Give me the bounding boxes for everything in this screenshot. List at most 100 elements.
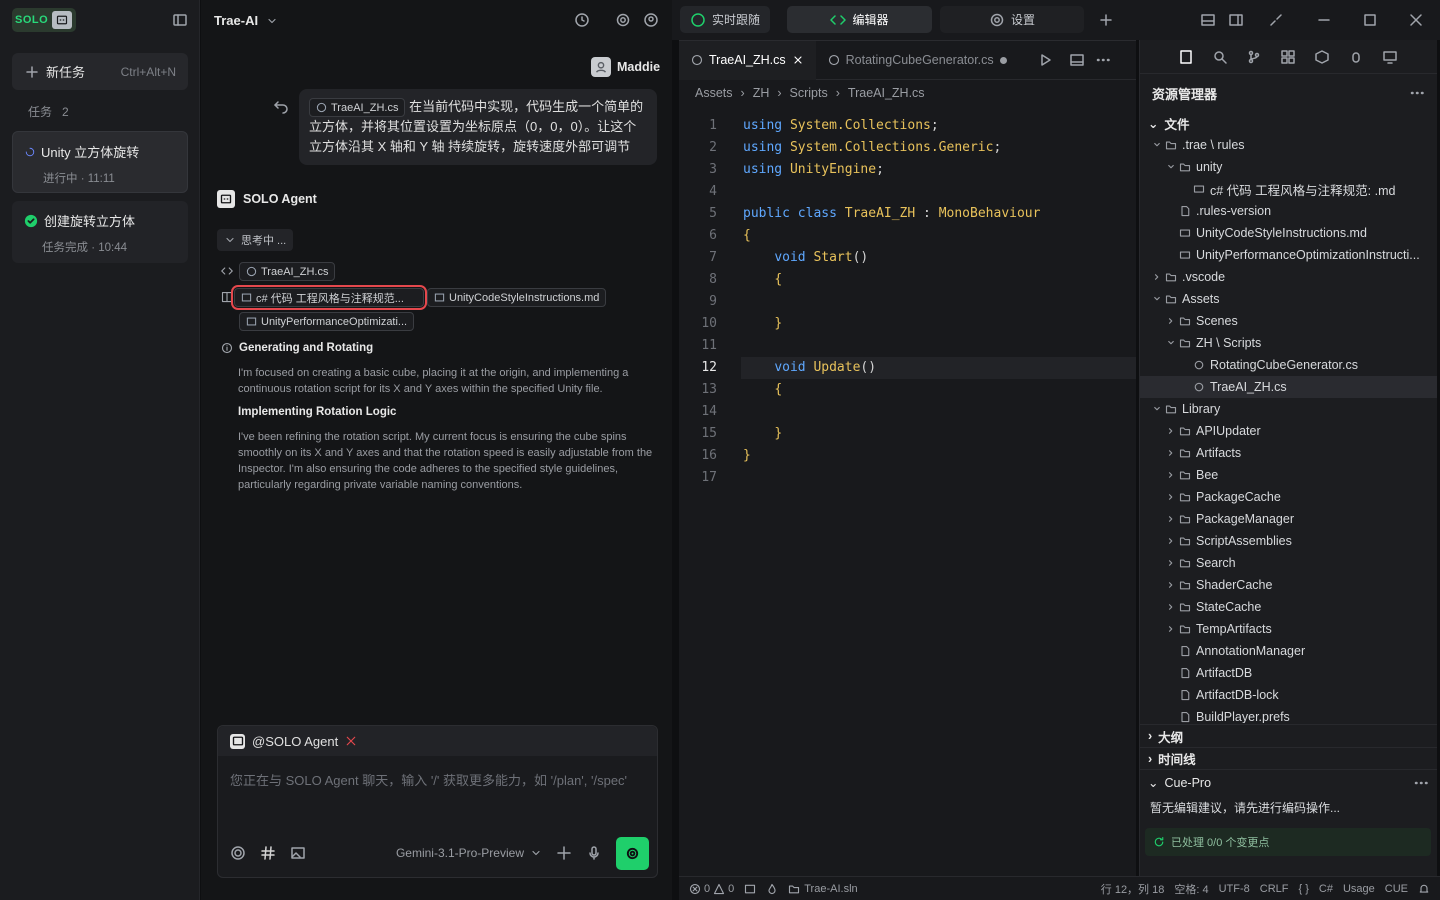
plus-icon[interactable] [1098, 12, 1114, 28]
language-mode[interactable]: C# [1319, 883, 1333, 895]
file-chip-highlighted[interactable]: c# 代码 工程风格与注释规范... [231, 285, 427, 310]
problems-indicator[interactable]: 0 0 [689, 883, 734, 895]
sparkle-icon[interactable] [556, 845, 572, 861]
tree-item[interactable]: RotatingCubeGenerator.cs [1140, 354, 1437, 376]
tree-item[interactable]: TempArtifacts [1140, 618, 1437, 640]
solo-logo[interactable]: SOLO [12, 8, 76, 32]
code-line[interactable]: } [743, 316, 782, 331]
tree-item[interactable]: UnityCodeStyleInstructions.md [1140, 222, 1437, 244]
bell-icon[interactable] [1418, 883, 1430, 895]
more-icon[interactable] [1409, 85, 1425, 101]
editor-tab-active[interactable]: TraeAI_ZH.cs [679, 40, 816, 80]
code-line[interactable]: } [743, 426, 782, 441]
tree-item[interactable]: ZH \ Scripts [1140, 332, 1437, 354]
sidebar-toggle-icon[interactable] [172, 12, 188, 28]
tree-item[interactable]: Search [1140, 552, 1437, 574]
brace-indicator[interactable]: { } [1299, 883, 1309, 895]
model-select[interactable]: Gemini-3.1-Pro-Preview [396, 846, 542, 860]
tree-item[interactable]: TraeAI_ZH.cs [1140, 376, 1437, 398]
monitor-icon[interactable] [1382, 49, 1398, 65]
tree-item[interactable]: BuildPlayer.prefs [1140, 706, 1437, 723]
tools-icon[interactable] [345, 735, 357, 747]
tab-live-follow[interactable]: 实时跟随 [680, 6, 771, 33]
crumb[interactable]: Assets [695, 86, 733, 100]
encoding[interactable]: UTF-8 [1219, 883, 1250, 895]
tree-item[interactable]: ShaderCache [1140, 574, 1437, 596]
code-line[interactable]: { [743, 382, 782, 397]
tree-item[interactable]: Artifacts [1140, 442, 1437, 464]
bug-icon[interactable] [1348, 49, 1364, 65]
tree-item[interactable]: unity [1140, 156, 1437, 178]
tree-item[interactable]: Library [1140, 398, 1437, 420]
tree-item[interactable]: PackageManager [1140, 508, 1437, 530]
layout-bottom-icon[interactable] [1200, 12, 1216, 28]
flame-icon[interactable] [766, 883, 778, 895]
mic-icon[interactable] [586, 845, 602, 861]
tree-item[interactable]: APIUpdater [1140, 420, 1437, 442]
file-chip[interactable]: TraeAI_ZH.cs [309, 98, 406, 118]
code-line[interactable]: } [743, 448, 751, 463]
chat-input[interactable]: 您正在与 SOLO Agent 聊天，输入 '/' 获取更多能力，如 '/pla… [218, 756, 657, 803]
tab-editor[interactable]: 编辑器 [787, 6, 932, 33]
close-icon[interactable] [1408, 12, 1424, 28]
send-button[interactable] [616, 836, 649, 870]
code-line[interactable]: public class TraeAI_ZH : MonoBehaviour [743, 206, 1040, 221]
more-icon[interactable] [1413, 775, 1429, 791]
cursor-position[interactable]: 行 12，列 18 [1101, 881, 1165, 897]
search-icon[interactable] [1212, 49, 1228, 65]
file-chip[interactable]: TraeAI_ZH.cs [239, 262, 336, 281]
tree-item[interactable]: ScriptAssemblies [1140, 530, 1437, 552]
gear-icon[interactable] [615, 12, 631, 28]
account-icon[interactable] [643, 12, 659, 28]
extensions-icon[interactable] [1280, 49, 1296, 65]
code-line[interactable]: void Update() [743, 360, 876, 375]
project-switcher[interactable]: Trae-AI [214, 13, 278, 28]
thinking-toggle[interactable]: 思考中 ... [217, 229, 294, 251]
files-icon[interactable] [1178, 49, 1194, 65]
close-icon[interactable] [792, 54, 804, 66]
code-area[interactable]: 1 using System.Collections; 2 using System.… [679, 106, 1136, 606]
tree-item[interactable]: ArtifactDB [1140, 662, 1437, 684]
cue-section[interactable]: ⌄ Cue-Pro [1140, 769, 1437, 795]
run-icon[interactable] [1037, 52, 1053, 68]
tree-item[interactable]: UnityPerformanceOptimizationInstructi... [1140, 244, 1437, 266]
tree-item[interactable]: Assets [1140, 288, 1437, 310]
tab-settings[interactable]: 设置 [940, 6, 1084, 33]
package-icon[interactable] [1314, 49, 1330, 65]
crumb[interactable]: Scripts [790, 86, 828, 100]
usage-button[interactable]: Usage [1343, 883, 1375, 895]
tree-item[interactable]: .trae \ rules [1140, 137, 1437, 156]
tree-item[interactable]: Scenes [1140, 310, 1437, 332]
tree-item[interactable]: StateCache [1140, 596, 1437, 618]
tree-item[interactable]: Bee [1140, 464, 1437, 486]
git-icon[interactable] [1246, 49, 1262, 65]
terminal-icon[interactable] [744, 883, 756, 895]
code-line[interactable]: using UnityEngine; [743, 162, 884, 177]
more-icon[interactable] [1095, 52, 1111, 68]
editor-tab[interactable]: RotatingCubeGenerator.cs [816, 41, 1019, 80]
crumb[interactable]: ZH [753, 86, 770, 100]
split-icon[interactable] [1069, 52, 1085, 68]
minimize-icon[interactable] [1316, 12, 1332, 28]
outline-section[interactable]: › 大纲 [1140, 725, 1437, 747]
new-task-button[interactable]: 新任务 Ctrl+Alt+N [12, 53, 188, 90]
task-item-done[interactable]: 创建旋转立方体 任务完成 · 10:44 [12, 201, 188, 263]
file-chip[interactable]: UnityPerformanceOptimizati... [239, 312, 415, 331]
tree-item[interactable]: AnnotationManager [1140, 640, 1437, 662]
task-item-active[interactable]: Unity 立方体旋转 进行中 · 11:11 [12, 131, 188, 193]
code-line[interactable]: { [743, 272, 782, 287]
line-ending[interactable]: CRLF [1260, 883, 1289, 895]
tree-item[interactable]: ArtifactDB-lock [1140, 684, 1437, 706]
code-line[interactable]: using System.Collections; [743, 118, 939, 133]
mention-icon[interactable] [230, 845, 246, 861]
code-line[interactable]: void Start() [743, 250, 868, 265]
tree-item[interactable]: c# 代码 工程风格与注释规范: .md [1140, 178, 1437, 200]
maximize-icon[interactable] [1362, 12, 1378, 28]
tree-item[interactable]: .rules-version [1140, 200, 1437, 222]
tree-item[interactable]: .vscode [1140, 266, 1437, 288]
file-chip[interactable]: UnityCodeStyleInstructions.md [427, 288, 607, 307]
undo-icon[interactable] [273, 98, 289, 114]
tree-item[interactable]: PackageCache [1140, 486, 1437, 508]
code-line[interactable]: { [743, 228, 751, 243]
timeline-section[interactable]: › 时间线 [1140, 747, 1437, 769]
